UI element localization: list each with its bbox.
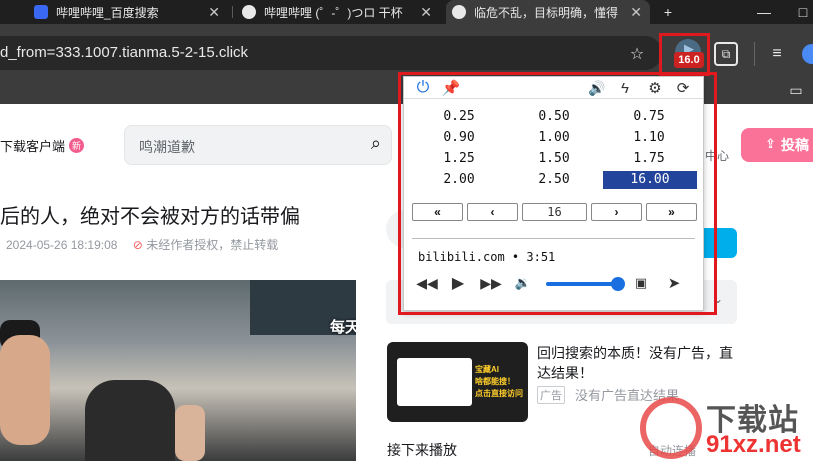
popup-divider xyxy=(412,238,695,239)
new-badge: 新 xyxy=(69,138,85,153)
tab-label: 哔哩哔哩_百度搜索 xyxy=(56,5,159,20)
rate-option[interactable]: 0.50 xyxy=(519,108,589,126)
ad-image-text: 宝藏AI 啥都能搜！ 点击直接访问 xyxy=(475,364,525,400)
baidu-favicon-icon xyxy=(34,5,48,19)
rewind-icon[interactable]: ◀◀ xyxy=(416,274,438,292)
speed-badge: 16.0 xyxy=(674,52,704,68)
close-icon[interactable]: ✕ xyxy=(208,4,220,21)
copyright-note: 未经作者授权，禁止转载 xyxy=(146,238,279,252)
extensions-puzzle-icon[interactable]: ⧉ xyxy=(714,42,738,66)
globe-icon xyxy=(242,5,256,19)
rate-option[interactable]: 2.50 xyxy=(519,171,589,189)
play-icon[interactable]: ▶ xyxy=(448,274,468,292)
ad-image-line: 宝藏AI xyxy=(475,365,499,374)
ad-thumbnail[interactable]: 宝藏AI 啥都能搜！ 点击直接访问 xyxy=(387,342,528,422)
rate-option[interactable]: 1.50 xyxy=(519,150,589,168)
volume-icon[interactable]: 🔉 xyxy=(514,274,532,292)
media-controls-icon[interactable]: ≡ xyxy=(766,43,788,65)
site-watermark: 下载站 91xz.net xyxy=(640,395,813,461)
close-icon[interactable]: ✕ xyxy=(630,4,642,21)
fast-forward-icon[interactable]: ▶▶ xyxy=(480,274,502,292)
minimize-button[interactable]: — xyxy=(750,0,778,24)
rate-option-selected[interactable]: 16.00 xyxy=(603,171,697,189)
rate-option[interactable]: 0.75 xyxy=(614,108,684,126)
new-tab-button[interactable]: + xyxy=(654,0,682,24)
tab-label: 哔哩哔哩 (゜-゜)つロ 干杯 xyxy=(264,5,403,20)
close-icon[interactable]: ✕ xyxy=(420,4,432,21)
rate-option[interactable]: 1.10 xyxy=(614,129,684,147)
site-info: bilibili.com • 3:51 xyxy=(418,250,556,264)
ad-title[interactable]: 回归搜索的本质！没有广告，直达结果！ xyxy=(537,343,737,383)
download-client-label: 下载客户端 xyxy=(0,139,66,154)
video-caption: 每天 xyxy=(330,319,356,336)
volume-slider-knob[interactable] xyxy=(611,277,626,291)
ad-image-line: 点击直接访问 xyxy=(475,389,523,398)
first-rate-button[interactable]: « xyxy=(412,203,463,221)
video-meta: 2024-05-26 18:19:08 ⊘ 未经作者授权，禁止转载 xyxy=(6,236,278,253)
volume-icon[interactable]: 🔊 xyxy=(588,79,606,97)
search-box[interactable]: 鸣潮道歉 ⌕ xyxy=(124,125,392,165)
chevron-down-icon[interactable]: ⌄ xyxy=(713,292,723,306)
video-person-second xyxy=(85,380,175,461)
maximize-button[interactable]: □ xyxy=(789,0,813,24)
sync-icon[interactable]: ⟳ xyxy=(674,79,692,97)
url-text: d_from=333.1007.tianma.5-2-15.click xyxy=(0,44,249,61)
gear-icon[interactable]: ⚙ xyxy=(646,79,664,97)
next-play-heading: 接下来播放 xyxy=(387,442,457,458)
search-icon[interactable]: ⌕ xyxy=(371,133,381,154)
upload-label: 投稿 xyxy=(781,137,809,153)
video-date: 2024-05-26 18:19:08 xyxy=(6,238,118,252)
upload-button[interactable]: ⇪ 投稿 xyxy=(741,128,813,162)
last-rate-button[interactable]: » xyxy=(646,203,697,221)
video-player[interactable]: 每天 xyxy=(0,280,356,461)
speed-control-popup: ⏻ 📌 🔊 ϟ ⚙ ⟳ 0.25 0.50 0.75 0.90 1.00 1.1… xyxy=(403,76,704,311)
download-client-link[interactable]: 下载客户端 新 xyxy=(0,136,85,155)
rate-value-field[interactable]: 16 xyxy=(522,203,587,221)
center-link[interactable]: 中心 xyxy=(705,147,729,164)
watermark-url: 91xz.net xyxy=(706,431,801,458)
rate-option[interactable]: 2.00 xyxy=(424,171,494,189)
no-reprint-icon: ⊘ xyxy=(132,238,143,252)
cursor-icon[interactable]: ➤ xyxy=(666,274,682,292)
tab-bilibili-home[interactable]: 哔哩哔哩 (゜-゜)つロ 干杯 ✕ xyxy=(236,0,440,24)
rate-option[interactable]: 0.90 xyxy=(424,129,494,147)
video-person-face xyxy=(0,335,50,445)
tab-label: 临危不乱，目标明确，懂得 xyxy=(474,5,619,20)
lightning-icon[interactable]: ϟ xyxy=(616,79,634,97)
send-danmaku-button[interactable] xyxy=(700,228,737,258)
toolbar-divider xyxy=(754,42,755,66)
video-hand xyxy=(175,405,205,461)
ad-thumbnail-screen xyxy=(397,358,472,406)
ad-badge: 广告 xyxy=(537,386,565,404)
tab-baidu[interactable]: 哔哩哔哩_百度搜索 ✕ xyxy=(28,0,228,24)
upload-icon: ⇪ xyxy=(765,136,776,151)
pin-icon[interactable]: 📌 xyxy=(442,79,461,97)
next-rate-button[interactable]: › xyxy=(591,203,642,221)
folder-icon[interactable]: ▭ xyxy=(786,80,806,100)
search-placeholder: 鸣潮道歉 xyxy=(139,139,195,155)
tab-separator xyxy=(232,6,233,18)
tab-current-video[interactable]: 临危不乱，目标明确，懂得 ✕ xyxy=(446,0,650,24)
prev-rate-button[interactable]: ‹ xyxy=(467,203,518,221)
watermark-logo-icon xyxy=(640,397,702,459)
power-icon[interactable]: ⏻ xyxy=(414,79,432,97)
rate-option[interactable]: 1.25 xyxy=(424,150,494,168)
picture-in-picture-icon[interactable]: ▣ xyxy=(632,274,650,292)
globe-icon xyxy=(452,5,466,19)
video-title: 后的人，绝对不会被对方的话带偏 xyxy=(0,206,300,228)
bookmark-star-icon[interactable]: ☆ xyxy=(626,43,648,65)
rate-option[interactable]: 1.00 xyxy=(519,129,589,147)
ad-image-line: 啥都能搜！ xyxy=(475,377,515,386)
rate-option[interactable]: 1.75 xyxy=(614,150,684,168)
address-bar[interactable]: d_from=333.1007.tianma.5-2-15.click xyxy=(0,36,662,70)
rate-option[interactable]: 0.25 xyxy=(424,108,494,126)
